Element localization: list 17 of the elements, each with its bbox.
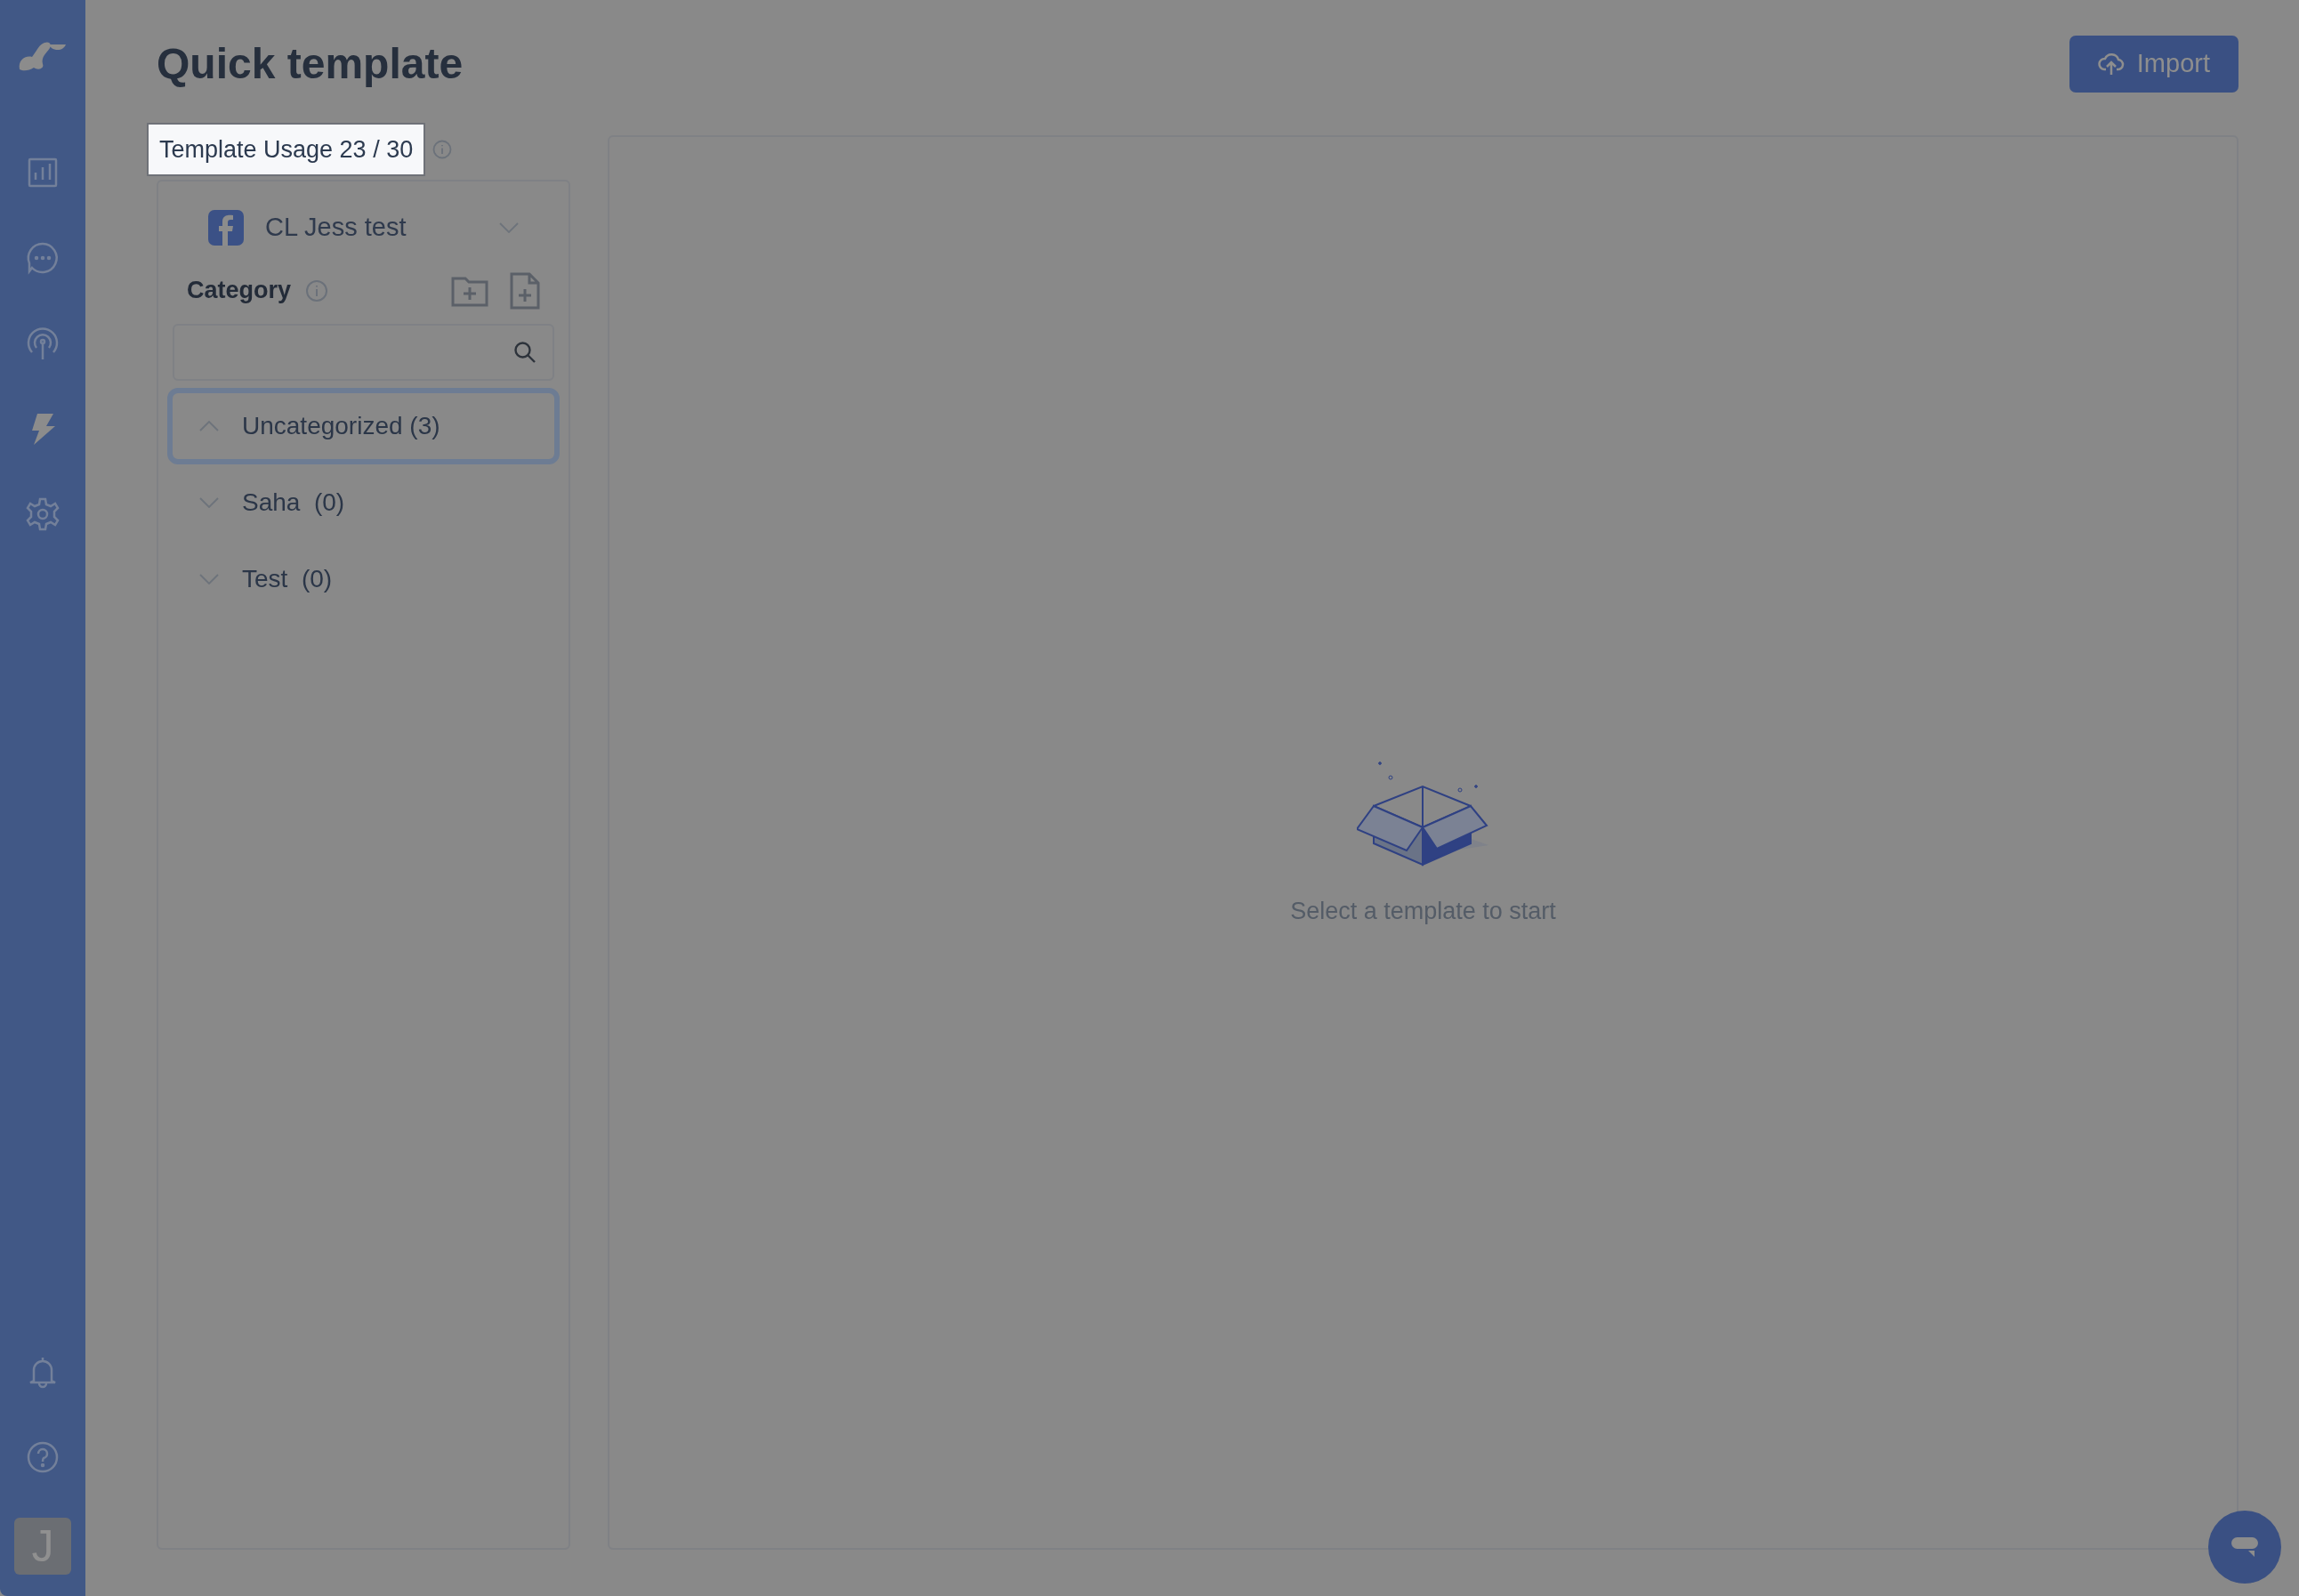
category-item[interactable]: Saha (0) <box>167 463 560 541</box>
import-button[interactable]: Import <box>2069 36 2238 93</box>
category-search-field[interactable] <box>173 323 554 381</box>
search-icon <box>513 340 536 364</box>
facebook-icon <box>208 209 244 246</box>
chevron-down-icon[interactable] <box>499 222 519 233</box>
page-title: Quick template <box>157 38 464 89</box>
info-icon[interactable] <box>305 278 329 302</box>
category-heading: Category <box>187 276 292 306</box>
cloud-upload-icon <box>2097 51 2125 77</box>
category-item[interactable]: Test (0) <box>167 540 560 617</box>
account-name[interactable]: CL Jess test <box>265 208 499 247</box>
template-usage-label: Template Usage 23 / 30 <box>147 122 426 176</box>
category-item[interactable]: Uncategorized (3) <box>167 387 560 464</box>
chat-bubble-icon <box>2230 1536 2259 1559</box>
add-file-icon[interactable] <box>510 271 540 310</box>
info-icon[interactable] <box>432 139 453 159</box>
